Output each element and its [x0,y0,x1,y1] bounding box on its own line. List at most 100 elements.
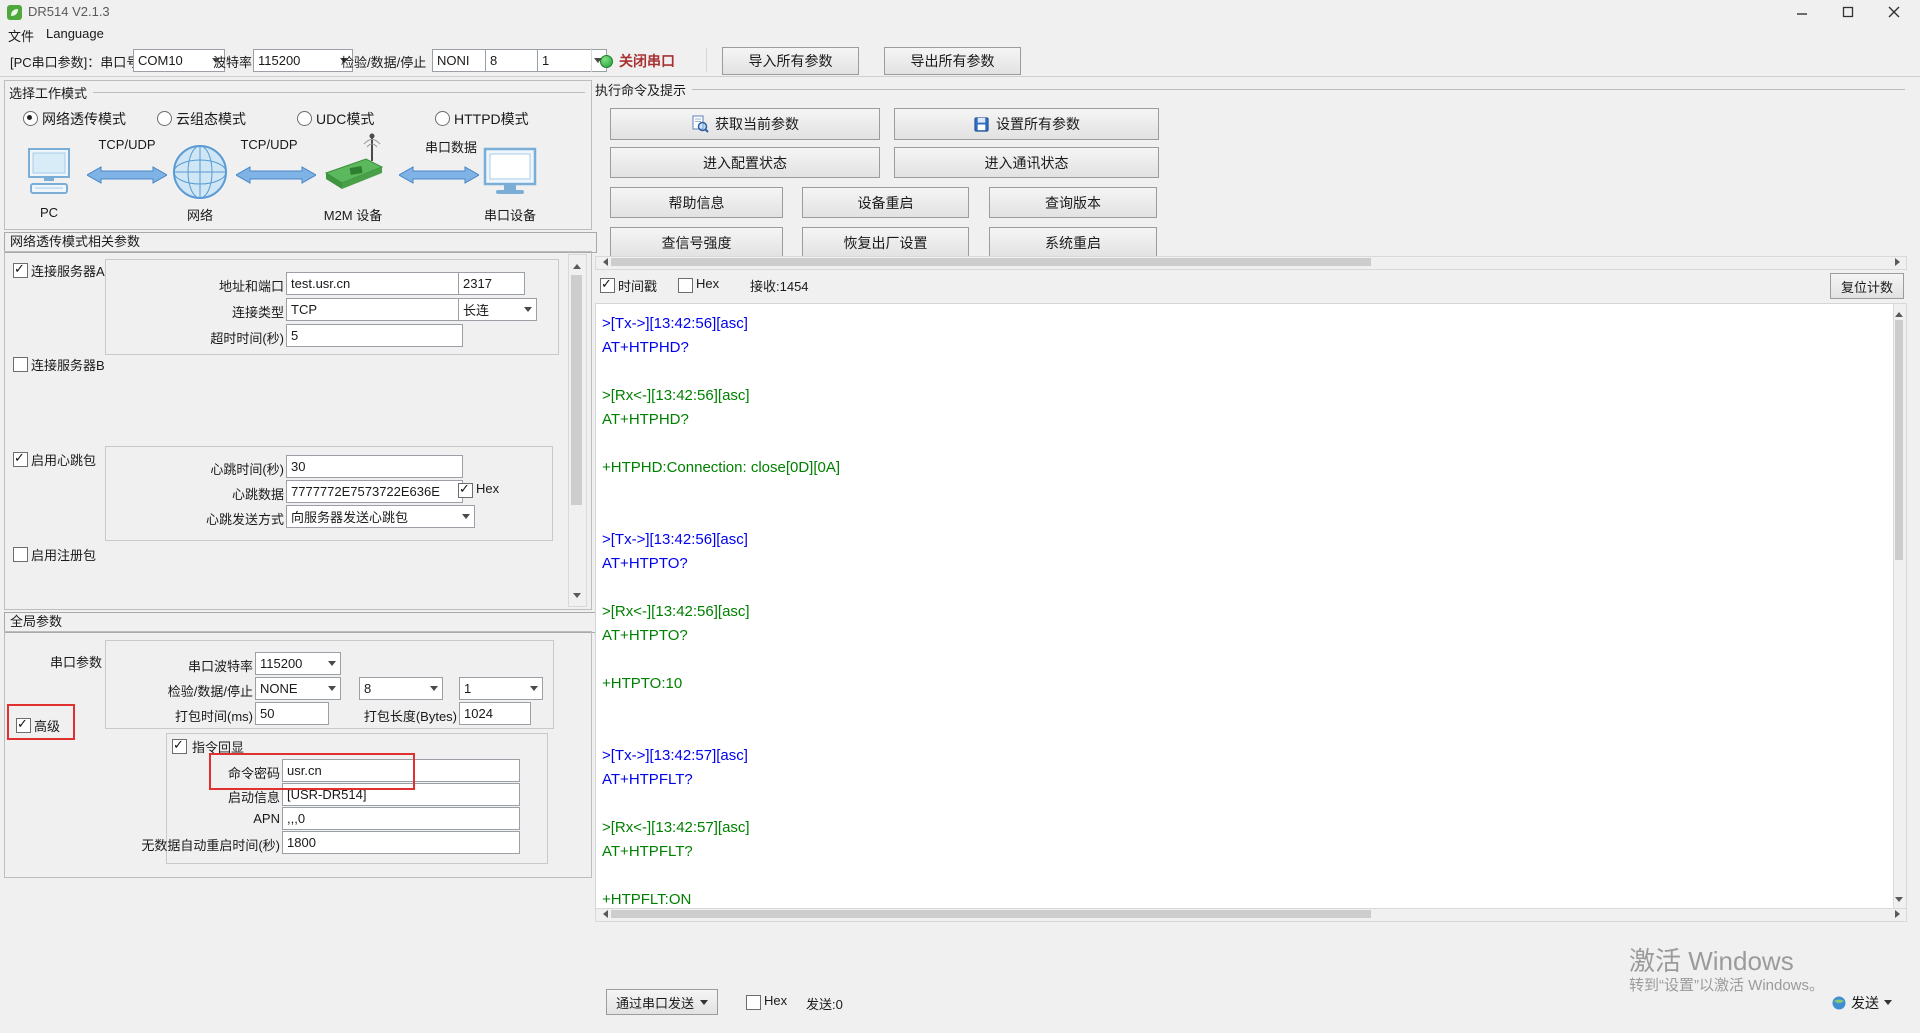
g-databits-select[interactable]: 8 [359,677,443,700]
query-version-button[interactable]: 查询版本 [989,187,1157,218]
server-a-address-input[interactable]: test.usr.cn [286,272,463,295]
log-output[interactable]: >[Tx->][13:42:56][asc] AT+HTPHD? >[Rx<-]… [595,303,1901,918]
com-port-select[interactable]: COM10 [133,49,225,72]
send-hex-label[interactable]: Hex [764,993,787,1008]
register-label[interactable]: 启用注册包 [31,545,96,564]
work-mode-title: 选择工作模式 [9,83,87,102]
minimize-button[interactable] [1785,0,1819,24]
server-a-checkbox[interactable] [13,263,28,278]
pack-len-input[interactable]: 1024 [459,702,531,725]
echo-checkbox[interactable] [172,739,187,754]
watermark-line1: 激活 Windows [1629,941,1794,978]
heartbeat-label[interactable]: 启用心跳包 [31,450,96,469]
scroll-up-icon[interactable] [1894,306,1904,318]
system-restart-button[interactable]: 系统重启 [989,227,1157,258]
g-parity-select[interactable]: NONE [255,677,341,700]
get-params-button[interactable]: 获取当前参数 [610,108,880,140]
stopbits-select[interactable]: 1 [537,49,607,72]
server-a-port-input[interactable]: 2317 [458,272,525,295]
scroll-left-icon[interactable] [597,257,609,267]
log-hscrollbar-bottom[interactable] [595,908,1907,922]
send-button[interactable]: 发送 [1832,990,1892,1015]
scroll-down-icon[interactable] [569,590,584,604]
hb-data-label: 心跳数据 [136,484,284,503]
echo-label[interactable]: 指令回显 [190,737,246,756]
send-mode-dropdown[interactable]: 通过串口发送 [606,989,718,1015]
hb-hex-label[interactable]: Hex [476,481,499,496]
radio-udc[interactable] [297,111,312,126]
log-line [602,360,1900,384]
serial-device-label: 串口设备 [477,205,543,224]
recv-hex-label[interactable]: Hex [696,276,719,291]
reset-counter-button[interactable]: 复位计数 [1830,273,1904,299]
g-stopbits-select[interactable]: 1 [459,677,543,700]
cmd-panel-title: 执行命令及提示 [595,80,686,99]
advanced-label[interactable]: 高级 [34,716,60,735]
server-a-label[interactable]: 连接服务器A [31,261,105,280]
hb-hex-checkbox[interactable] [458,483,473,498]
conn-type-select[interactable]: TCP [286,298,475,321]
server-b-checkbox[interactable] [13,357,28,372]
signal-strength-button[interactable]: 查信号强度 [610,227,783,258]
register-checkbox[interactable] [13,547,28,562]
factory-reset-button[interactable]: 恢复出厂设置 [802,227,969,258]
timestamp-label[interactable]: 时间戳 [618,276,657,295]
menu-file[interactable]: 文件 [8,26,34,45]
g-baud-select[interactable]: 115200 [255,652,341,675]
apn-input[interactable]: ,,,0 [282,807,520,830]
heartbeat-checkbox[interactable] [13,452,28,467]
export-params-button[interactable]: 导出所有参数 [884,47,1021,75]
keepalive-select[interactable]: 长连 [458,298,537,321]
scroll-right-icon[interactable] [1893,257,1905,267]
scrollbar-thumb[interactable] [1895,320,1903,560]
radio-httpd[interactable] [435,111,450,126]
log-line [602,792,1900,816]
close-button[interactable] [1877,0,1911,24]
timestamp-checkbox[interactable] [600,278,615,293]
device-restart-button[interactable]: 设备重启 [802,187,969,218]
close-port-button[interactable]: 关闭串口 [600,49,675,73]
scrollbar-thumb[interactable] [611,258,1371,266]
auto-reboot-input[interactable]: 1800 [282,831,520,854]
radio-net-passthrough-label[interactable]: 网络透传模式 [42,109,126,129]
chevron-down-icon [700,1000,708,1009]
scroll-up-icon[interactable] [569,257,584,271]
hb-mode-select[interactable]: 向服务器发送心跳包 [286,505,475,528]
log-vscrollbar[interactable] [1893,303,1907,910]
cmd-password-input[interactable]: usr.cn [282,759,520,782]
radio-net-passthrough[interactable] [23,111,38,126]
enter-config-button[interactable]: 进入配置状态 [610,147,880,178]
menu-language[interactable]: Language [46,26,104,41]
boot-msg-input[interactable]: [USR-DR514] [282,783,520,806]
recv-count: 接收:1454 [750,276,809,295]
recv-hex-checkbox[interactable] [678,278,693,293]
hb-data-input[interactable]: 7777772E7573722E636E [286,480,463,503]
advanced-checkbox[interactable] [16,718,31,733]
radio-udc-label[interactable]: UDC模式 [316,109,374,129]
scroll-left-icon[interactable] [597,909,609,919]
send-hex-checkbox[interactable] [746,995,761,1010]
close-icon [1888,6,1900,18]
radio-cloud-label[interactable]: 云组态模式 [176,109,246,129]
scrollbar-thumb[interactable] [611,910,1371,918]
maximize-button[interactable] [1831,0,1865,24]
hb-time-input[interactable]: 30 [286,455,463,478]
help-info-button[interactable]: 帮助信息 [610,187,783,218]
toolbar: [PC串口参数]：串口号 COM10 波特率 115200 检验/数据/停止 N… [0,44,1920,77]
log-hscrollbar-top[interactable] [595,256,1907,270]
floppy-icon [973,116,990,133]
net-params-scrollbar[interactable] [568,254,587,607]
import-params-button[interactable]: 导入所有参数 [722,47,859,75]
radio-httpd-label[interactable]: HTTPD模式 [454,109,529,129]
radio-cloud[interactable] [157,111,172,126]
set-params-button[interactable]: 设置所有参数 [894,108,1159,140]
enter-comm-button[interactable]: 进入通讯状态 [894,147,1159,178]
pack-time-input[interactable]: 50 [255,702,329,725]
scroll-down-icon[interactable] [1894,895,1904,907]
scrollbar-thumb[interactable] [571,275,582,505]
scroll-right-icon[interactable] [1893,909,1905,919]
log-line: >[Rx<-][13:42:56][asc] [602,384,1900,408]
timeout-input[interactable]: 5 [286,324,463,347]
baud-select[interactable]: 115200 [253,49,353,72]
server-b-label[interactable]: 连接服务器B [31,355,105,374]
